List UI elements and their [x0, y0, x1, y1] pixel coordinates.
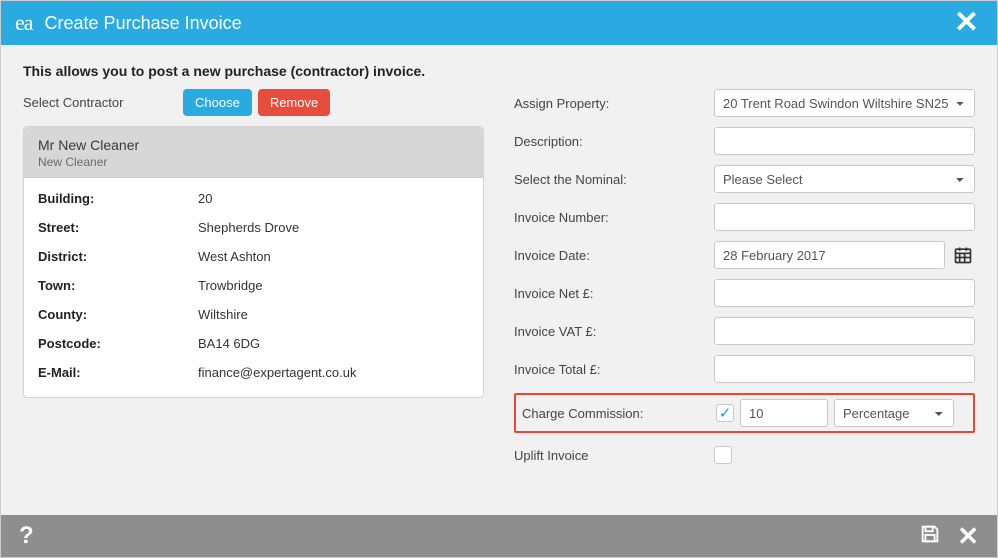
- invoice-date-input[interactable]: [714, 241, 945, 269]
- address-row-email: E-Mail: finance@expertagent.co.uk: [38, 358, 469, 387]
- contractor-panel-body: Building: 20 Street: Shepherds Drove Dis…: [24, 178, 483, 397]
- address-row-district: District: West Ashton: [38, 242, 469, 271]
- select-contractor-label: Select Contractor: [23, 95, 183, 110]
- address-row-postcode: Postcode: BA14 6DG: [38, 329, 469, 358]
- invoice-vat-input[interactable]: [714, 317, 975, 345]
- uplift-invoice-label: Uplift Invoice: [514, 448, 714, 463]
- uplift-invoice-checkbox[interactable]: [714, 446, 732, 464]
- save-icon[interactable]: [919, 523, 941, 549]
- invoice-number-label: Invoice Number:: [514, 210, 714, 225]
- calendar-icon[interactable]: [951, 241, 975, 269]
- select-contractor-row: Select Contractor Choose Remove: [23, 89, 484, 116]
- choose-button[interactable]: Choose: [183, 89, 252, 116]
- cancel-icon[interactable]: ✕: [957, 523, 979, 549]
- content-area: This allows you to post a new purchase (…: [1, 45, 997, 515]
- charge-commission-row: Charge Commission: ✓ Percentage: [514, 393, 975, 433]
- postcode-value: BA14 6DG: [198, 336, 260, 351]
- address-row-building: Building: 20: [38, 184, 469, 213]
- email-label: E-Mail:: [38, 365, 198, 380]
- left-column: Select Contractor Choose Remove Mr New C…: [23, 89, 484, 479]
- assign-property-label: Assign Property:: [514, 96, 714, 111]
- invoice-date-row: Invoice Date:: [514, 241, 975, 269]
- app-logo: ea: [15, 10, 33, 36]
- page-title: Create Purchase Invoice: [45, 13, 242, 34]
- remove-button[interactable]: Remove: [258, 89, 330, 116]
- invoice-date-label: Invoice Date:: [514, 248, 714, 263]
- town-label: Town:: [38, 278, 198, 293]
- postcode-label: Postcode:: [38, 336, 198, 351]
- address-row-county: County: Wiltshire: [38, 300, 469, 329]
- nominal-row: Select the Nominal: Please Select: [514, 165, 975, 193]
- county-label: County:: [38, 307, 198, 322]
- footer: ? ✕: [1, 515, 997, 557]
- columns: Select Contractor Choose Remove Mr New C…: [23, 89, 975, 479]
- window: ea Create Purchase Invoice ✕ This allows…: [0, 0, 998, 558]
- charge-commission-checkbox[interactable]: ✓: [716, 404, 734, 422]
- titlebar: ea Create Purchase Invoice ✕: [1, 1, 997, 45]
- invoice-total-input[interactable]: [714, 355, 975, 383]
- nominal-label: Select the Nominal:: [514, 172, 714, 187]
- invoice-total-row: Invoice Total £:: [514, 355, 975, 383]
- building-label: Building:: [38, 191, 198, 206]
- charge-commission-label: Charge Commission:: [522, 406, 716, 421]
- assign-property-row: Assign Property: 20 Trent Road Swindon W…: [514, 89, 975, 117]
- street-label: Street:: [38, 220, 198, 235]
- district-value: West Ashton: [198, 249, 271, 264]
- invoice-net-input[interactable]: [714, 279, 975, 307]
- uplift-invoice-row: Uplift Invoice: [514, 441, 975, 469]
- town-value: Trowbridge: [198, 278, 263, 293]
- description-input[interactable]: [714, 127, 975, 155]
- email-value: finance@expertagent.co.uk: [198, 365, 356, 380]
- help-icon[interactable]: ?: [19, 522, 34, 550]
- contractor-name: Mr New Cleaner: [38, 137, 469, 153]
- commission-type-select[interactable]: Percentage: [834, 399, 954, 427]
- building-value: 20: [198, 191, 212, 206]
- description-row: Description:: [514, 127, 975, 155]
- invoice-vat-label: Invoice VAT £:: [514, 324, 714, 339]
- invoice-net-label: Invoice Net £:: [514, 286, 714, 301]
- street-value: Shepherds Drove: [198, 220, 299, 235]
- contractor-panel: Mr New Cleaner New Cleaner Building: 20 …: [23, 126, 484, 398]
- footer-actions: ✕: [919, 523, 979, 549]
- invoice-number-row: Invoice Number:: [514, 203, 975, 231]
- commission-value-input[interactable]: [740, 399, 828, 427]
- invoice-net-row: Invoice Net £:: [514, 279, 975, 307]
- close-icon[interactable]: ✕: [950, 8, 983, 38]
- right-column: Assign Property: 20 Trent Road Swindon W…: [514, 89, 975, 479]
- description-label: Description:: [514, 134, 714, 149]
- invoice-vat-row: Invoice VAT £:: [514, 317, 975, 345]
- intro-text: This allows you to post a new purchase (…: [23, 63, 975, 79]
- invoice-number-input[interactable]: [714, 203, 975, 231]
- county-value: Wiltshire: [198, 307, 248, 322]
- nominal-select[interactable]: Please Select: [714, 165, 975, 193]
- address-row-town: Town: Trowbridge: [38, 271, 469, 300]
- invoice-total-label: Invoice Total £:: [514, 362, 714, 377]
- assign-property-select[interactable]: 20 Trent Road Swindon Wiltshire SN25 3LT: [714, 89, 975, 117]
- district-label: District:: [38, 249, 198, 264]
- address-row-street: Street: Shepherds Drove: [38, 213, 469, 242]
- contractor-sub: New Cleaner: [38, 155, 469, 169]
- contractor-panel-header: Mr New Cleaner New Cleaner: [24, 127, 483, 178]
